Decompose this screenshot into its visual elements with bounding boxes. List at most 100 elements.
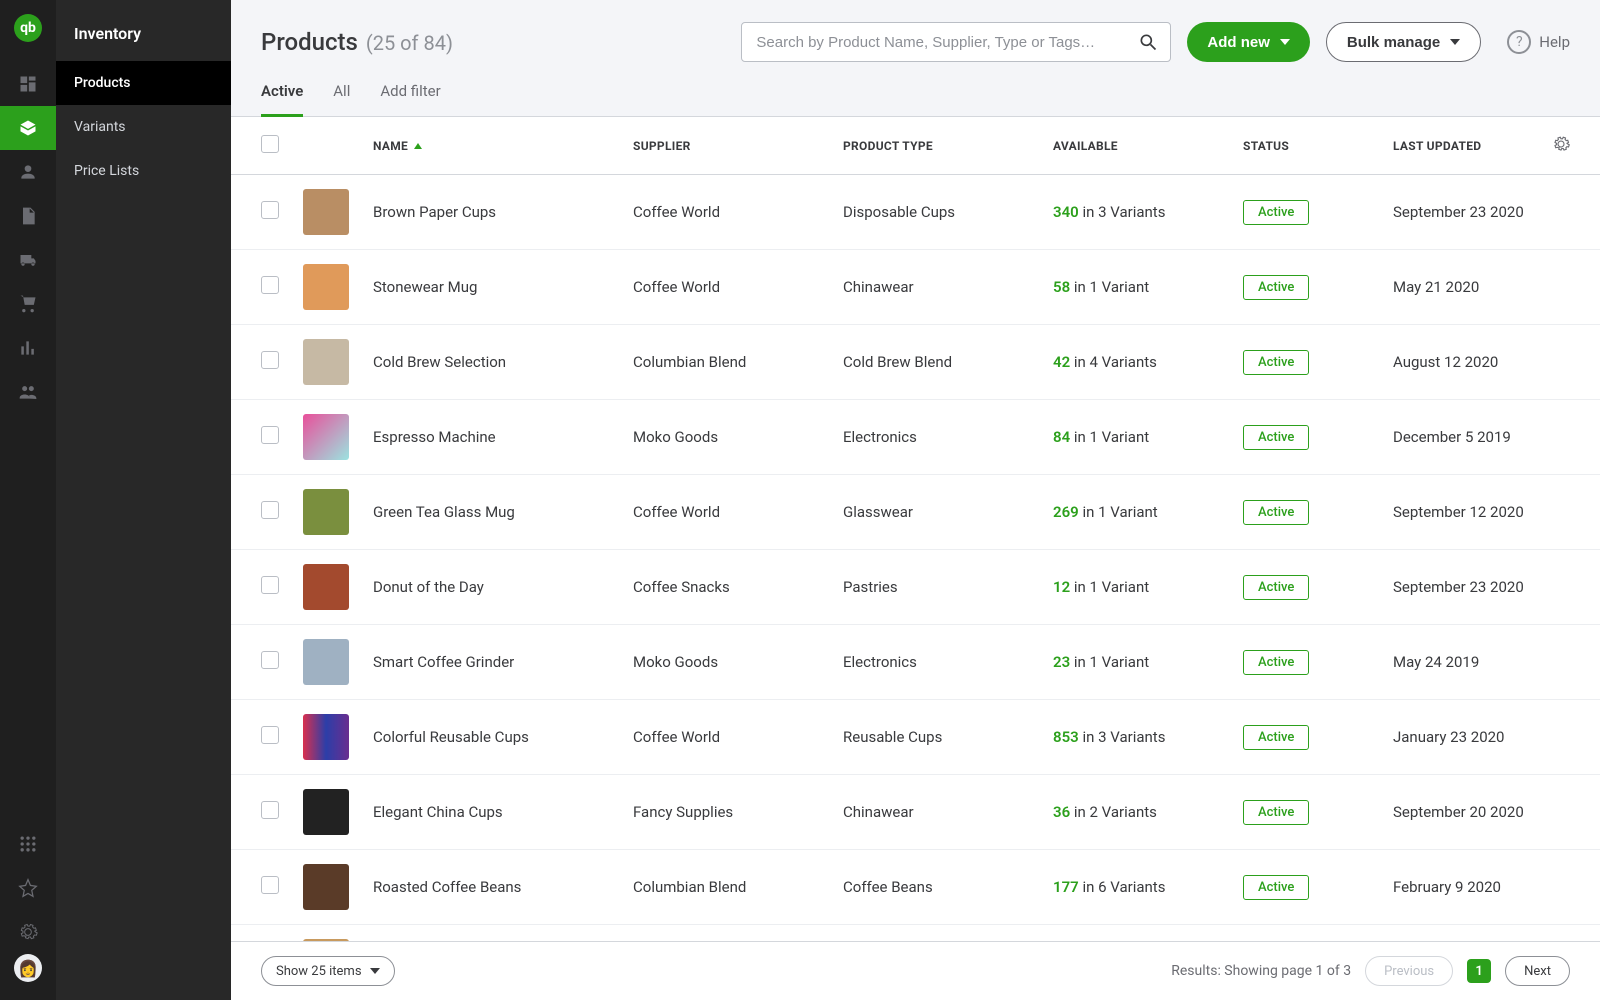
table-row[interactable]: Coffee Bean Cookies Coffee Snacks Pastri… [231,925,1600,942]
status-badge: Active [1243,425,1309,450]
rail-inventory-icon[interactable] [0,106,56,150]
rail-nav: qb 👩 [0,0,56,1000]
table-row[interactable]: Brown Paper Cups Coffee World Disposable… [231,175,1600,250]
rail-document-icon[interactable] [0,194,56,238]
cell-status: Active [1231,850,1381,925]
row-checkbox[interactable] [261,426,279,444]
row-checkbox[interactable] [261,501,279,519]
table-row[interactable]: Elegant China Cups Fancy Supplies Chinaw… [231,775,1600,850]
next-page-button[interactable]: Next [1505,956,1570,986]
product-thumbnail [303,789,349,835]
select-all-checkbox[interactable] [261,135,279,153]
table-row[interactable]: Donut of the Day Coffee Snacks Pastries … [231,550,1600,625]
status-badge: Active [1243,500,1309,525]
sidebar-item-products[interactable]: Products [56,61,231,105]
cell-available: 42 in 4 Variants [1041,325,1231,400]
rail-settings-icon[interactable] [0,910,56,954]
chevron-down-icon [370,968,380,974]
cell-supplier: Columbian Blend [621,325,831,400]
cell-name: Brown Paper Cups [361,175,621,250]
status-badge: Active [1243,875,1309,900]
product-thumbnail [303,639,349,685]
column-status[interactable]: STATUS [1231,117,1381,175]
row-checkbox[interactable] [261,876,279,894]
column-updated[interactable]: LAST UPDATED [1381,117,1540,175]
table-row[interactable]: Colorful Reusable Cups Coffee World Reus… [231,700,1600,775]
cell-available: 853 in 3 Variants [1041,700,1231,775]
rail-shipping-icon[interactable] [0,238,56,282]
table-row[interactable]: Stonewear Mug Coffee World Chinawear 58 … [231,250,1600,325]
app-logo[interactable]: qb [14,14,42,42]
sidebar-item-variants[interactable]: Variants [56,105,231,149]
tab-add-filter[interactable]: Add filter [380,82,440,117]
table-row[interactable]: Smart Coffee Grinder Moko Goods Electron… [231,625,1600,700]
cell-supplier: Columbian Blend [621,850,831,925]
help-link[interactable]: ? Help [1507,30,1570,54]
current-page-number[interactable]: 1 [1467,959,1491,983]
add-new-button[interactable]: Add new [1187,22,1310,62]
cell-type: Cold Brew Blend [831,325,1041,400]
search-box[interactable] [741,22,1171,62]
row-checkbox[interactable] [261,801,279,819]
rail-apps-icon[interactable] [0,822,56,866]
cell-available: 177 in 6 Variants [1041,850,1231,925]
rail-dashboard-icon[interactable] [0,62,56,106]
sidebar-title: Inventory [56,0,231,61]
cell-status: Active [1231,250,1381,325]
table-row[interactable]: Espresso Machine Moko Goods Electronics … [231,400,1600,475]
cell-status: Active [1231,175,1381,250]
bulk-manage-button[interactable]: Bulk manage [1326,22,1481,62]
help-label: Help [1539,33,1570,51]
add-new-label: Add new [1207,34,1270,51]
cell-status: Active [1231,625,1381,700]
column-name[interactable]: NAME [361,117,621,175]
cell-status: Active [1231,925,1381,942]
rail-favorites-icon[interactable] [0,866,56,910]
cell-updated: September 20 2020 [1381,775,1540,850]
row-checkbox[interactable] [261,276,279,294]
column-settings[interactable] [1540,117,1600,175]
sidebar-item-price-lists[interactable]: Price Lists [56,149,231,193]
cell-available: 340 in 3 Variants [1041,175,1231,250]
row-checkbox[interactable] [261,201,279,219]
rail-analytics-icon[interactable] [0,326,56,370]
cell-supplier: Fancy Supplies [621,775,831,850]
page-title: Products (25 of 84) [261,28,453,56]
cell-supplier: Coffee World [621,700,831,775]
rail-team-icon[interactable] [0,370,56,414]
row-checkbox[interactable] [261,576,279,594]
search-input[interactable] [754,33,1138,52]
table-row[interactable]: Roasted Coffee Beans Columbian Blend Cof… [231,850,1600,925]
product-thumbnail [303,489,349,535]
cell-name: Smart Coffee Grinder [361,625,621,700]
show-items-dropdown[interactable]: Show 25 items [261,956,395,986]
cell-status: Active [1231,700,1381,775]
rail-cart-icon[interactable] [0,282,56,326]
tab-active[interactable]: Active [261,82,303,117]
column-type[interactable]: PRODUCT TYPE [831,117,1041,175]
search-icon [1138,32,1158,52]
column-supplier[interactable]: SUPPLIER [621,117,831,175]
column-available[interactable]: AVAILABLE [1041,117,1231,175]
product-thumbnail [303,339,349,385]
products-table-wrap: NAME SUPPLIER PRODUCT TYPE AVAILABLE STA… [231,117,1600,941]
column-thumb [291,117,361,175]
filter-tabs: Active All Add filter [231,62,1600,117]
tab-all[interactable]: All [333,82,350,117]
previous-page-button[interactable]: Previous [1365,956,1453,986]
cell-supplier: Moko Goods [621,400,831,475]
table-row[interactable]: Cold Brew Selection Columbian Blend Cold… [231,325,1600,400]
table-row[interactable]: Green Tea Glass Mug Coffee World Glasswe… [231,475,1600,550]
user-avatar[interactable]: 👩 [14,954,42,982]
cell-name: Roasted Coffee Beans [361,850,621,925]
cell-available: 84 in 1 Variant [1041,400,1231,475]
row-checkbox[interactable] [261,351,279,369]
row-checkbox[interactable] [261,651,279,669]
cell-type: Pastries [831,925,1041,942]
row-checkbox[interactable] [261,726,279,744]
column-select-all[interactable] [231,117,291,175]
rail-people-icon[interactable] [0,150,56,194]
status-badge: Active [1243,575,1309,600]
sort-asc-icon [414,143,422,149]
results-text: Results: Showing page 1 of 3 [1171,963,1351,979]
